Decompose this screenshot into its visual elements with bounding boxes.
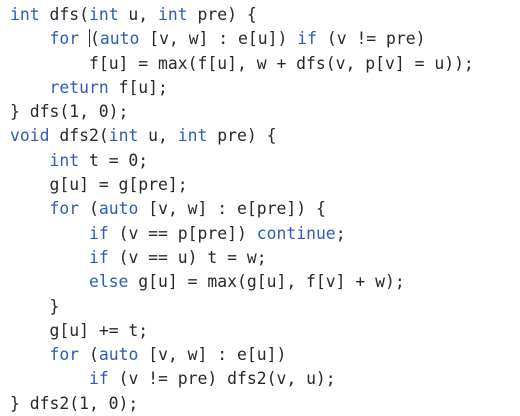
code-keyword: int	[88, 5, 119, 24]
code-text: (v != pre)	[316, 29, 426, 49]
code-keyword: if	[88, 223, 109, 243]
code-text: [v, w] : e[pre]) {	[138, 199, 326, 219]
code-keyword: for	[49, 345, 80, 365]
code-text: (	[89, 29, 100, 49]
code-keyword: int	[10, 5, 40, 24]
code-text: dfs(	[39, 5, 89, 24]
code-line: for (auto [v, w] : e[pre]) {	[10, 197, 520, 221]
code-keyword: int	[108, 126, 139, 146]
code-keyword: int	[158, 5, 188, 24]
code-keyword: for	[49, 199, 80, 219]
code-keyword: int	[177, 126, 208, 146]
code-line: for (auto [v, w] : e[u])	[10, 343, 520, 367]
code-keyword: if	[88, 247, 109, 267]
code-text: u,	[118, 5, 159, 24]
code-line: int dfs(int u, int pre) {	[10, 3, 520, 27]
code-text: [v, w] : e[u])	[138, 345, 287, 365]
code-text: (	[79, 345, 99, 365]
code-keyword: void	[10, 126, 50, 146]
code-text: ;	[335, 223, 346, 243]
code-text: } dfs(1, 0);	[10, 102, 129, 122]
code-text: }	[49, 296, 60, 316]
code-line: return f[u];	[10, 76, 520, 100]
code-line: else g[u] = max(g[u], f[v] + w);	[10, 270, 520, 294]
code-line: } dfs2(1, 0);	[10, 392, 520, 416]
code-text: [v, w] : e[u])	[139, 29, 298, 49]
code-text: pre) {	[207, 126, 277, 146]
code-line: int t = 0;	[10, 149, 520, 173]
code-text: f[u];	[108, 77, 168, 97]
code-line: } dfs(1, 0);	[10, 100, 520, 124]
code-text: g[u] += t;	[49, 320, 149, 340]
code-line: if (v == p[pre]) continue;	[10, 222, 520, 246]
code-keyword: else	[88, 272, 129, 292]
code-text: (v == p[pre])	[108, 223, 257, 243]
code-keyword: auto	[98, 345, 139, 365]
code-keyword: for	[49, 29, 80, 49]
code-keyword: continue	[256, 223, 336, 243]
code-line: if (v != pre) dfs2(v, u);	[10, 367, 520, 391]
code-line: g[u] = g[pre];	[10, 173, 520, 197]
code-keyword: int	[49, 150, 80, 170]
code-text: u,	[138, 126, 178, 146]
code-line: f[u] = max(f[u], w + dfs(v, p[v] = u));	[10, 52, 520, 76]
code-line: void dfs2(int u, int pre) {	[10, 124, 520, 148]
code-keyword: auto	[99, 29, 140, 49]
code-text: f[u] = max(f[u], w + dfs(v, p[v] = u));	[88, 53, 474, 73]
code-keyword: if	[88, 369, 109, 389]
code-line: g[u] += t;	[10, 319, 520, 343]
code-keyword: return	[49, 77, 109, 97]
code-text: pre) {	[187, 5, 257, 24]
code-text: (	[79, 199, 99, 219]
code-text: g[u] = g[pre];	[49, 175, 188, 195]
code-line: if (v == u) t = w;	[10, 246, 520, 270]
code-text: } dfs2(1, 0);	[10, 393, 139, 413]
code-keyword: auto	[98, 199, 139, 219]
code-text: (v != pre) dfs2(v, u);	[108, 369, 336, 389]
code-text: g[u] = max(g[u], f[v] + w);	[128, 272, 405, 292]
code-line: }	[10, 295, 520, 319]
code-line: for (auto [v, w] : e[u]) if (v != pre)	[10, 27, 520, 51]
code-text: (v == u) t = w;	[108, 247, 267, 267]
code-text: dfs2(	[49, 126, 109, 146]
code-text: t = 0;	[79, 150, 149, 170]
code-editor[interactable]: int dfs(int u, int pre) { for (auto [v, …	[10, 3, 520, 416]
code-keyword: if	[297, 29, 317, 49]
